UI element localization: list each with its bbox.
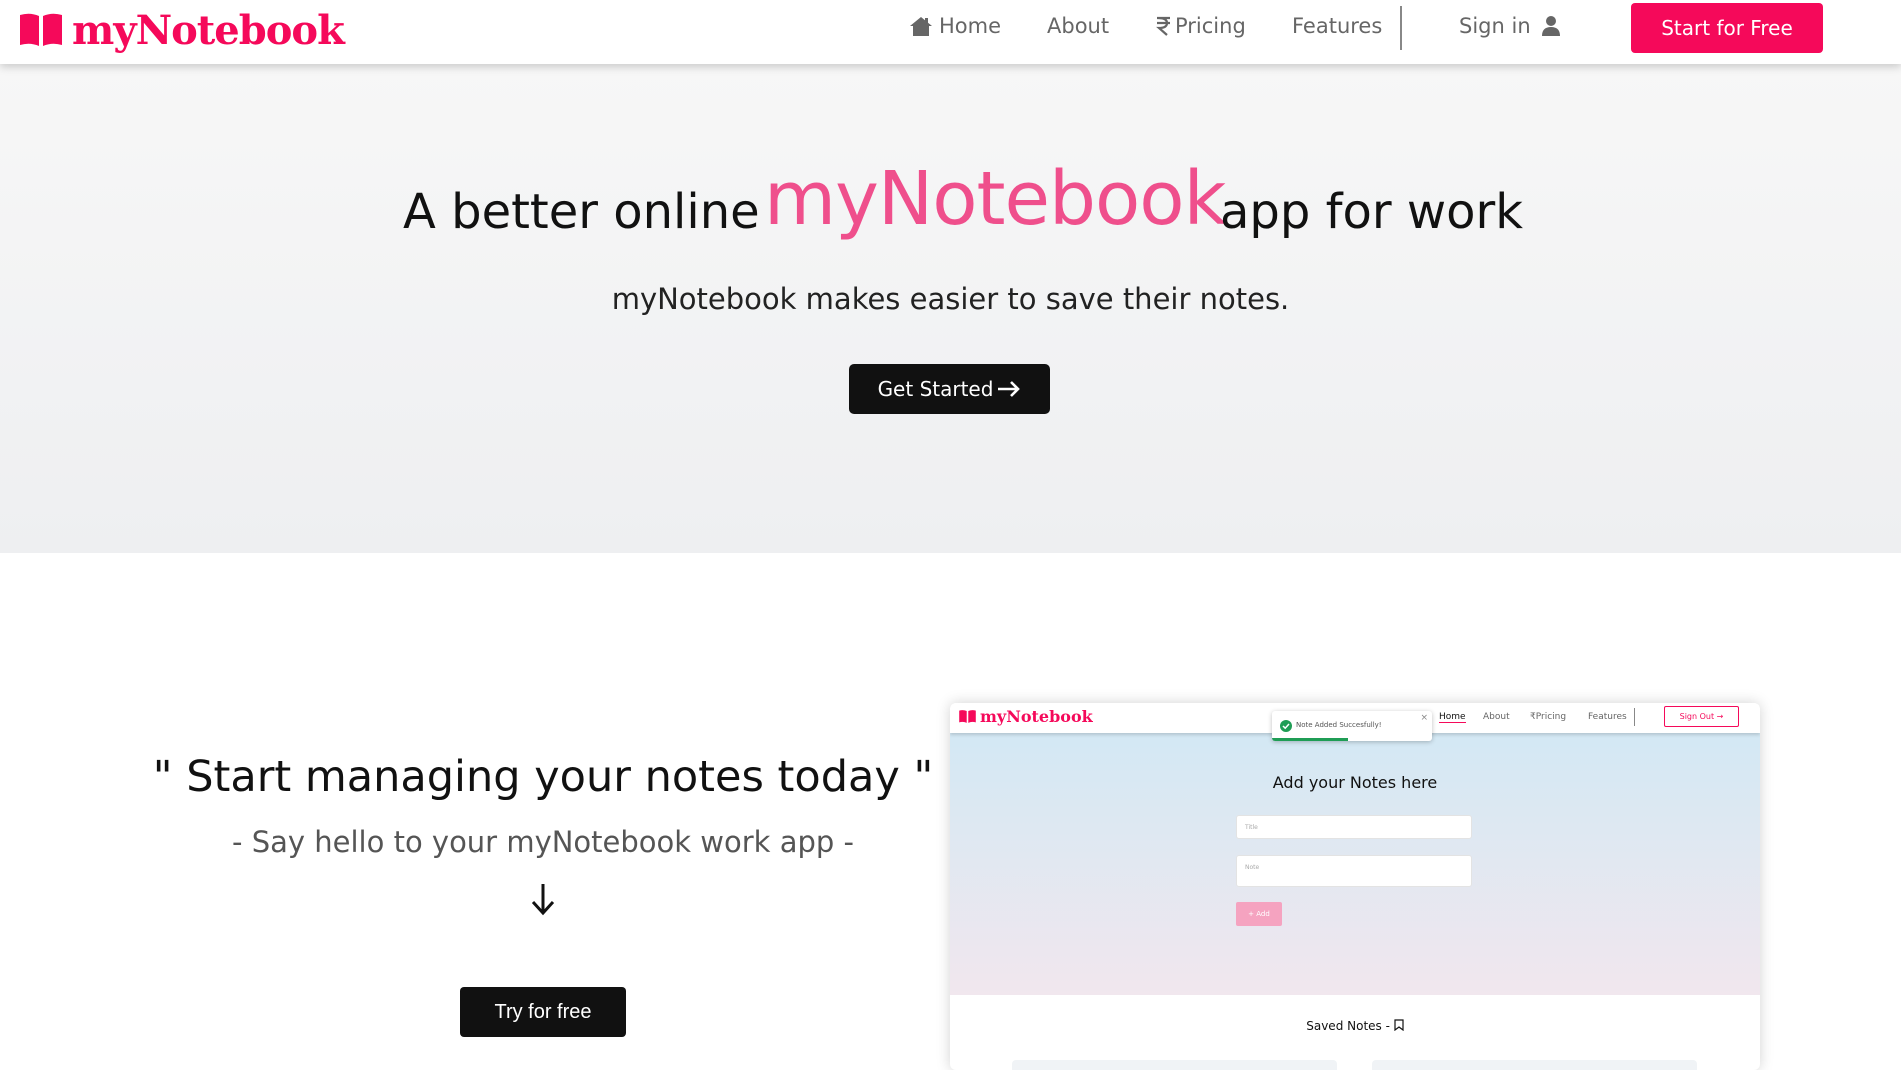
preview-saved-notes-label: Saved Notes - [1306, 1019, 1390, 1033]
preview-brand-name: myNotebook [980, 707, 1093, 726]
preview-saved-notes-title: Saved Notes - [950, 1019, 1760, 1033]
user-icon [1541, 16, 1560, 36]
brand-logo[interactable]: myNotebook [18, 4, 345, 56]
arrow-right-icon [998, 381, 1021, 397]
hero-title-prefix: A better online [403, 184, 760, 240]
nav-pricing-label: Pricing [1175, 14, 1246, 38]
preview-signout-icon: → [1716, 712, 1724, 721]
nav-signin-label: Sign in [1459, 14, 1531, 38]
preview-form-area: Add your Notes here Title Note + Add [950, 733, 1760, 995]
hero-title-highlight: myNotebook [764, 156, 1226, 242]
nav-pricing[interactable]: Pricing [1156, 14, 1246, 38]
nav-about-label: About [1047, 14, 1110, 38]
preview-note-input: Note [1236, 855, 1472, 887]
preview-add-button: + Add [1236, 902, 1282, 926]
preview-signout-label: Sign Out [1679, 712, 1715, 721]
preview-note-card [1372, 1060, 1697, 1070]
nav-about[interactable]: About [1047, 14, 1109, 38]
section-subheading: - Say hello to your myNotebook work app … [232, 825, 854, 859]
preview-nav-features: Features [1588, 712, 1627, 722]
preview-book-icon [959, 710, 976, 723]
get-started-label: Get Started [877, 377, 994, 401]
nav-signin[interactable]: Sign in [1459, 14, 1569, 38]
preview-nav-divider [1634, 708, 1635, 726]
try-for-free-button[interactable]: Try for free [460, 987, 626, 1037]
hero-subtitle: myNotebook makes easier to save their no… [611, 282, 1290, 316]
close-icon: × [1420, 713, 1428, 723]
preview-toast-progress [1272, 738, 1348, 741]
preview-nav-pricing-label: Pricing [1535, 712, 1567, 722]
nav-home[interactable]: Home [909, 14, 1001, 38]
book-icon [20, 13, 62, 46]
nav-divider [1400, 6, 1402, 50]
preview-nav-home: Home [1439, 712, 1466, 723]
hero-section: A better online myNotebook app for work … [0, 64, 1901, 553]
get-started-button[interactable]: Get Started [849, 364, 1050, 414]
preview-signout-button: Sign Out → [1664, 706, 1739, 727]
preview-title-input: Title [1236, 815, 1472, 839]
hero-title-suffix: app for work [1220, 184, 1524, 240]
section-heading: " Start managing your notes today " [152, 752, 934, 802]
rupee-icon [1156, 16, 1170, 36]
app-preview-screenshot: myNotebook Home About ₹Pricing Features … [950, 703, 1760, 1070]
check-circle-icon [1280, 720, 1292, 732]
preview-toast: Note Added Succesfully! × [1272, 711, 1432, 741]
bookmark-icon [1394, 1019, 1404, 1032]
nav-features[interactable]: Features [1292, 14, 1382, 38]
preview-brand: myNotebook [958, 707, 1093, 726]
preview-nav-about: About [1483, 712, 1510, 722]
nav-features-label: Features [1292, 14, 1383, 38]
preview-form-title: Add your Notes here [1272, 773, 1438, 792]
preview-note-card [1012, 1060, 1337, 1070]
home-icon [910, 17, 932, 36]
nav-home-label: Home [939, 14, 1002, 38]
preview-nav-pricing: ₹Pricing [1530, 712, 1567, 722]
preview-toast-text: Note Added Succesfully! [1296, 721, 1382, 729]
arrow-down-icon [531, 884, 555, 916]
start-for-free-button[interactable]: Start for Free [1631, 3, 1823, 53]
top-navbar: myNotebook Home About Pricing Features S… [0, 0, 1901, 64]
brand-name: myNotebook [72, 6, 345, 54]
hero-title: A better online myNotebook app for work [0, 150, 1901, 260]
